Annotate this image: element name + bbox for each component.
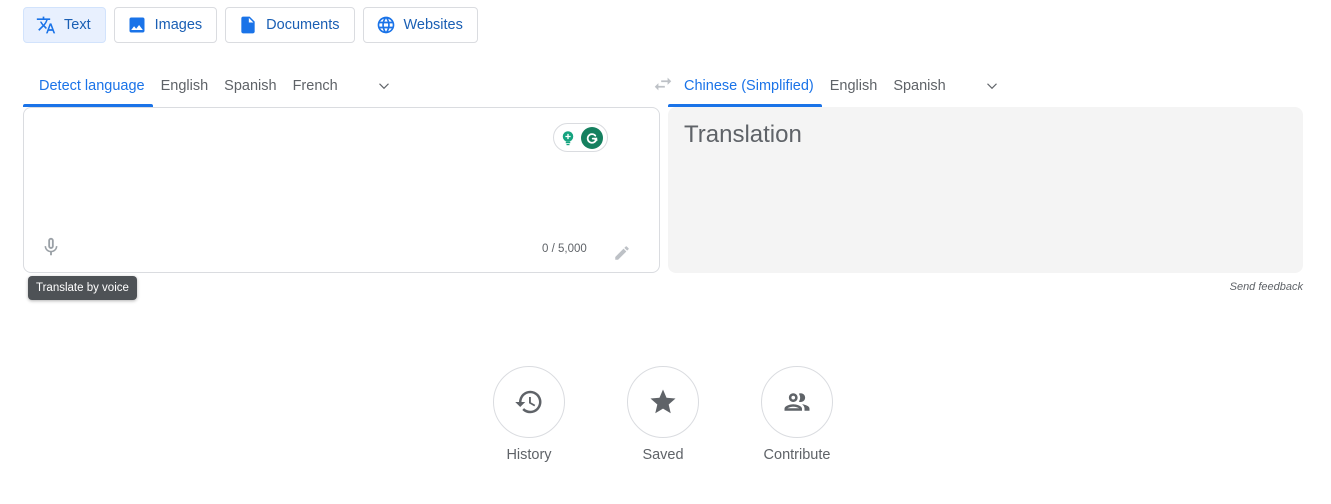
mode-documents-button[interactable]: Documents [225, 7, 355, 43]
mode-documents-label: Documents [266, 17, 340, 33]
globe-icon [377, 16, 394, 34]
target-more-languages-button[interactable] [972, 64, 1012, 107]
contribute-button[interactable]: Contribute [761, 366, 833, 463]
voice-input-button[interactable] [40, 236, 64, 260]
source-tab-spanish[interactable]: Spanish [216, 64, 284, 107]
mode-images-label: Images [154, 17, 203, 33]
target-language-tabs: Chinese (Simplified) English Spanish [668, 64, 1303, 107]
target-tab-english[interactable]: English [822, 64, 886, 107]
source-language-tabs: Detect language English Spanish French [23, 64, 660, 107]
contribute-label: Contribute [763, 447, 831, 463]
grammarly-widget[interactable] [553, 123, 608, 152]
mode-text-button[interactable]: Text [23, 7, 106, 43]
mode-websites-label: Websites [403, 17, 463, 33]
microphone-icon [44, 237, 58, 256]
pencil-icon [615, 246, 629, 260]
source-text-panel: 0 / 5,000 [23, 107, 660, 273]
history-icon [515, 390, 542, 414]
people-icon [784, 393, 810, 411]
contribute-circle[interactable] [761, 366, 833, 438]
target-tab-chinese-simplified[interactable]: Chinese (Simplified) [668, 64, 822, 107]
grammarly-icon [581, 126, 603, 149]
translation-placeholder: Translation [684, 121, 802, 148]
mode-bar: Text Images Documents Websites [23, 7, 478, 43]
source-tab-detect-language[interactable]: Detect language [23, 64, 153, 107]
chevron-down-icon [986, 82, 997, 89]
history-circle[interactable] [493, 366, 565, 438]
history-label: History [506, 447, 552, 463]
chevron-down-icon [378, 82, 389, 89]
handwriting-button[interactable] [613, 244, 631, 262]
history-button[interactable]: History [493, 366, 565, 463]
send-feedback-link[interactable]: Send feedback [1230, 281, 1303, 293]
mode-text-label: Text [64, 17, 91, 33]
saved-label: Saved [642, 447, 684, 463]
translation-panel: Translation [668, 107, 1303, 273]
saved-button[interactable]: Saved [627, 366, 699, 463]
mode-images-button[interactable]: Images [113, 7, 218, 43]
saved-circle[interactable] [627, 366, 699, 438]
source-tab-english[interactable]: English [153, 64, 217, 107]
star-icon [650, 389, 676, 414]
target-tab-spanish[interactable]: Spanish [885, 64, 953, 107]
document-icon [241, 16, 255, 34]
translate-icon [36, 16, 56, 34]
bottom-actions: History Saved Contribute [493, 366, 833, 463]
source-more-languages-button[interactable] [364, 64, 404, 107]
mode-websites-button[interactable]: Websites [362, 7, 478, 43]
source-text-input[interactable] [40, 122, 540, 222]
image-icon [129, 17, 145, 33]
character-count: 0 / 5,000 [542, 243, 587, 255]
lightbulb-icon [558, 128, 578, 148]
source-tab-french[interactable]: French [285, 64, 346, 107]
voice-tooltip: Translate by voice [28, 276, 137, 300]
